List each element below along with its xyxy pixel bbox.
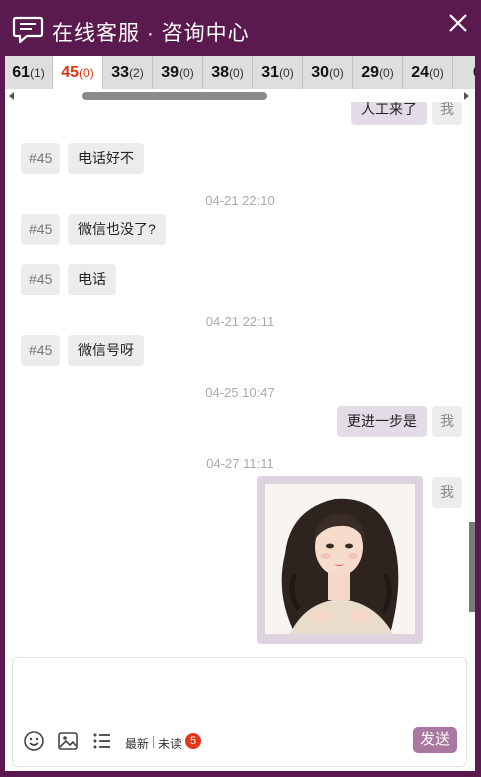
timestamp: 04-21 22:11: [205, 314, 275, 329]
message-bubble: 微信也没了?: [68, 214, 166, 245]
tab-number: 38: [211, 63, 230, 81]
latest-button[interactable]: 最新: [125, 735, 149, 752]
tab-count: (0): [429, 65, 444, 80]
sender-me-label: 我: [432, 406, 462, 437]
tab-number: 29: [361, 63, 380, 81]
tab-number: 33: [111, 63, 130, 81]
scrollbar-thumb[interactable]: [82, 92, 267, 100]
tab-conversation-30[interactable]: 30 (0): [303, 56, 353, 89]
message-bubble: 电话: [68, 264, 116, 295]
portrait-image[interactable]: [265, 484, 415, 634]
tab-conversation-38[interactable]: 38 (0): [203, 56, 253, 89]
tabs-scrollbar[interactable]: [5, 89, 475, 102]
scroll-right-icon[interactable]: [464, 92, 469, 100]
timestamp: 04-25 10:47: [205, 385, 275, 400]
unread-button[interactable]: 未读: [158, 735, 182, 752]
user-tag[interactable]: #45: [21, 143, 61, 174]
message-scrollbar-thumb[interactable]: [469, 522, 475, 612]
tab-conversation-24[interactable]: 24 (0): [403, 56, 453, 89]
tab-count: (0): [79, 65, 94, 80]
timestamp: 04-21 22:10: [205, 193, 275, 208]
message-bubble: 更进一步是: [337, 406, 427, 437]
tab-conversation-31[interactable]: 31 (0): [253, 56, 303, 89]
unread-count-badge: 5: [185, 733, 201, 749]
tab-count: (0): [379, 65, 394, 80]
message-list: 人工来了 我 #45 电话好不 04-21 22:10 #45 微信也没了? #…: [5, 102, 475, 650]
window-title: 在线客服 · 咨询中心: [52, 22, 250, 45]
tab-conversation-45[interactable]: 45 (0): [53, 56, 103, 89]
tab-conversation-61[interactable]: 61 (1): [5, 56, 53, 89]
tab-conversation-29[interactable]: 29 (0): [353, 56, 403, 89]
tab-count: (0): [279, 65, 294, 80]
tab-number: 24: [411, 63, 430, 81]
chat-panel: 61 (1) 45 (0) 33 (2) 39 (0) 38 (0) 31 (0) 30 (0) 29 (0)…: [5, 56, 475, 771]
scroll-left-icon[interactable]: [9, 92, 14, 100]
list-icon[interactable]: [91, 730, 113, 752]
tab-number: 45: [61, 63, 80, 81]
input-toolbar: 最新 未读 5 发送: [13, 727, 466, 762]
user-tag[interactable]: #45: [21, 264, 61, 295]
divider: [153, 736, 154, 748]
tab-count: (0): [329, 65, 344, 80]
tab-count: (0): [179, 65, 194, 80]
message-bubble: 电话好不: [68, 143, 144, 174]
tab-number: 61: [12, 63, 31, 81]
message-input[interactable]: 最新 未读 5 发送: [12, 657, 467, 767]
user-tag[interactable]: #45: [21, 214, 61, 245]
tab-conversation-33[interactable]: 33 (2): [103, 56, 153, 89]
chat-bubble-icon: [12, 16, 44, 44]
tab-count: (2): [129, 65, 144, 80]
header: 在线客服 · 咨询中心: [0, 0, 481, 56]
image-upload-icon[interactable]: [57, 730, 79, 752]
message-bubble: 人工来了: [351, 102, 427, 125]
tab-conversation-6[interactable]: 6: [453, 56, 475, 89]
tab-number: 39: [161, 63, 180, 81]
close-icon[interactable]: [447, 12, 469, 34]
tab-count: (0): [229, 65, 244, 80]
tab-count: (1): [30, 65, 45, 80]
send-button[interactable]: 发送: [413, 727, 457, 753]
user-tag[interactable]: #45: [21, 335, 61, 366]
sender-me-label: 我: [432, 477, 462, 508]
tab-conversation-39[interactable]: 39 (0): [153, 56, 203, 89]
tab-number: 31: [261, 63, 280, 81]
tab-number: 6: [473, 64, 475, 82]
tab-number: 30: [311, 63, 330, 81]
chat-window: 在线客服 · 咨询中心 61 (1) 45 (0) 33 (2) 39 (0) 38 (0) 31(…: [0, 0, 481, 777]
emoji-icon[interactable]: [23, 730, 45, 752]
message-bubble: 微信号呀: [68, 335, 144, 366]
conversation-tabs: 61 (1) 45 (0) 33 (2) 39 (0) 38 (0) 31 (0) 30 (0) 29 (0)…: [5, 56, 475, 89]
timestamp: 04-27 11:11: [206, 456, 274, 471]
image-message[interactable]: [257, 476, 423, 644]
sender-me-label: 我: [432, 102, 462, 125]
